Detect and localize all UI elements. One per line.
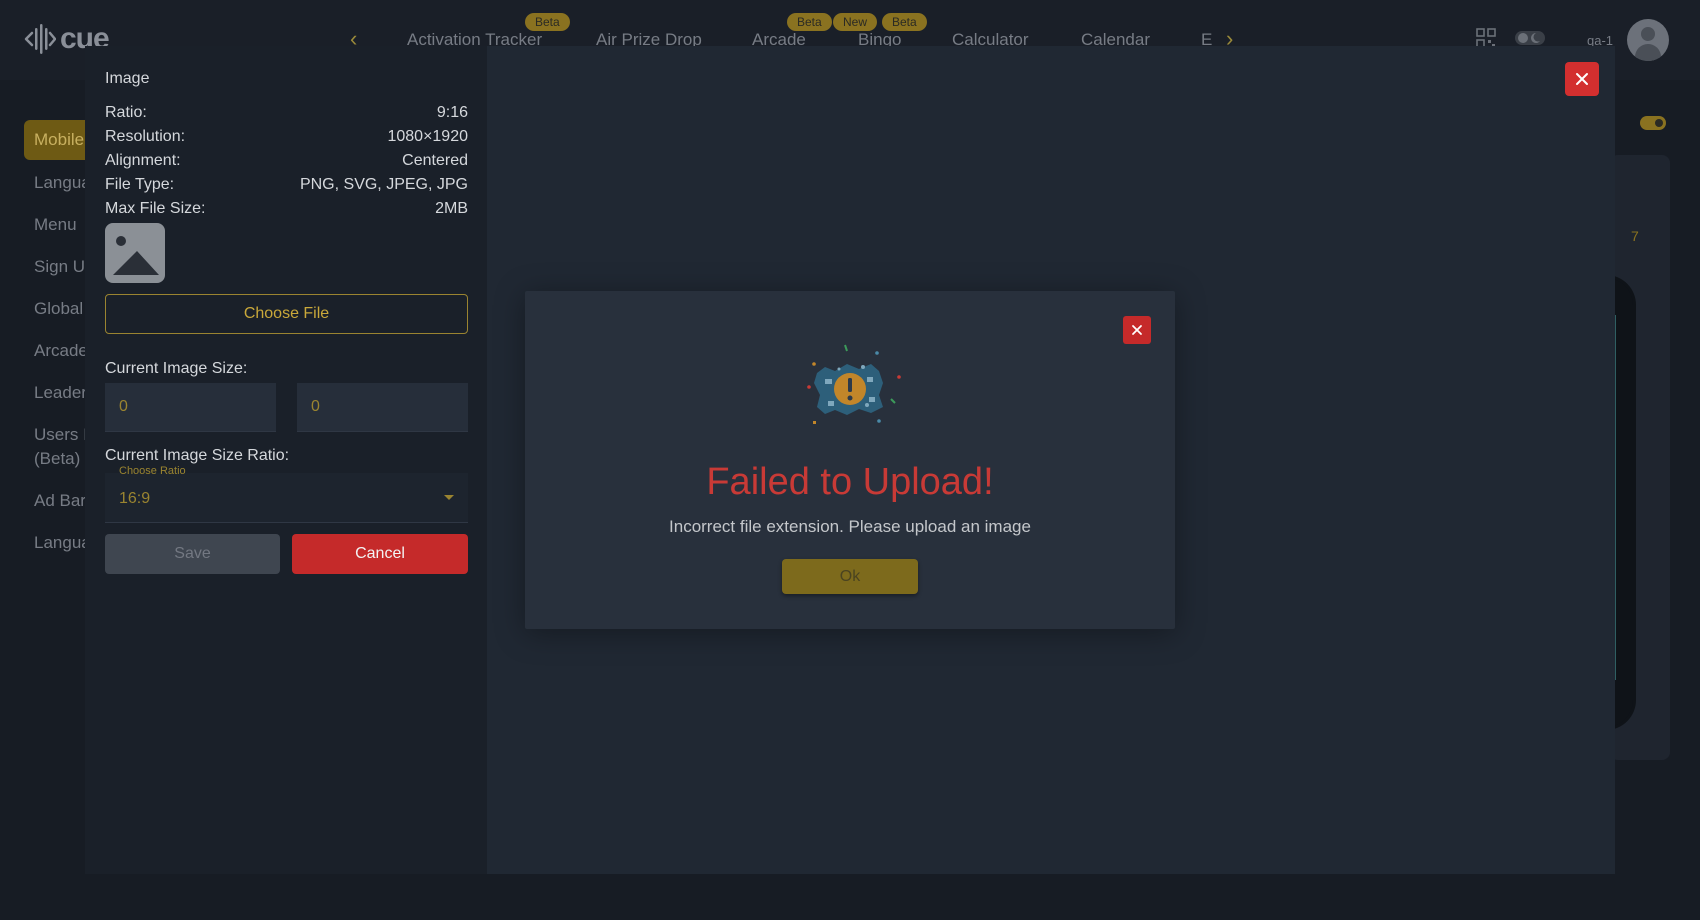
spec-file-type: File Type: PNG, SVG, JPEG, JPG xyxy=(105,176,468,200)
spec-label: Max File Size: xyxy=(105,200,206,217)
sidebar-item-arcade[interactable]: Arcade xyxy=(34,339,88,363)
spec-value: Centered xyxy=(402,152,468,169)
background-toggle[interactable] xyxy=(1640,116,1666,130)
save-button[interactable]: Save xyxy=(105,534,280,574)
ratio-select[interactable]: Choose Ratio 16:9 xyxy=(105,465,468,523)
ratio-select-label: Choose Ratio xyxy=(119,465,186,477)
close-icon xyxy=(1576,73,1588,85)
spec-label: File Type: xyxy=(105,176,175,193)
image-placeholder-icon xyxy=(105,223,165,283)
sidebar-item-ad-banner[interactable]: Ad Bar xyxy=(34,489,86,513)
sidebar-item-users[interactable]: Users I xyxy=(34,423,88,447)
error-message: Incorrect file extension. Please upload … xyxy=(669,517,1031,536)
ok-button[interactable]: Ok xyxy=(782,559,918,594)
spec-label: Ratio: xyxy=(105,104,147,121)
choose-file-button[interactable]: Choose File xyxy=(105,294,468,334)
beta-badge: Beta xyxy=(525,13,570,31)
user-avatar[interactable] xyxy=(1627,19,1669,61)
dialog-close-button[interactable] xyxy=(1123,316,1151,344)
sidebar-item-menu[interactable]: Menu xyxy=(34,213,77,237)
current-image-size-label: Current Image Size: xyxy=(105,360,248,377)
new-badge: New xyxy=(833,13,878,31)
spec-ratio: Ratio: 9:16 xyxy=(105,104,468,128)
sidebar-item-global[interactable]: Global xyxy=(34,297,83,321)
spec-max-file-size: Max File Size: 2MB xyxy=(105,200,468,224)
spec-value: PNG, SVG, JPEG, JPG xyxy=(299,176,468,193)
image-height-input[interactable] xyxy=(297,383,468,432)
caret-down-icon xyxy=(444,495,454,500)
spec-value: 9:16 xyxy=(436,104,468,121)
spec-label: Alignment: xyxy=(105,152,181,169)
spec-value: 2MB xyxy=(435,200,468,217)
spec-alignment: Alignment: Centered xyxy=(105,152,468,176)
sidebar-item-leaderboard[interactable]: Leader xyxy=(34,381,87,405)
spec-resolution: Resolution: 1080×1920 xyxy=(105,128,468,152)
panel-title: Image xyxy=(105,70,150,87)
sidebar-item-label: Mobile xyxy=(34,130,85,149)
sidebar-item-languages[interactable]: Langua xyxy=(34,531,91,555)
background-number: 7 xyxy=(1631,228,1639,244)
close-icon xyxy=(1132,325,1142,335)
sidebar-item-users-beta: (Beta) xyxy=(34,449,81,468)
beta-badge: Beta xyxy=(787,13,832,31)
spec-value: 1080×1920 xyxy=(387,128,468,145)
error-title: Failed to Upload! xyxy=(706,461,994,503)
cancel-button[interactable]: Cancel xyxy=(292,534,468,574)
image-settings-panel: Image Ratio: 9:16 Resolution: 1080×1920 … xyxy=(85,46,487,874)
image-width-input[interactable] xyxy=(105,383,276,432)
ratio-select-value: 16:9 xyxy=(119,490,151,507)
modal-close-button[interactable] xyxy=(1565,62,1599,96)
beta-badge: Beta xyxy=(882,13,927,31)
upload-error-dialog: Failed to Upload! Incorrect file extensi… xyxy=(525,291,1175,629)
sidebar-item-sign-up[interactable]: Sign U xyxy=(34,255,85,279)
spec-label: Resolution: xyxy=(105,128,186,145)
sidebar-item-language[interactable]: Langua xyxy=(34,171,91,195)
logo-waveform-icon xyxy=(24,24,56,54)
sidebar-item-mobile[interactable]: Mobile xyxy=(24,120,94,160)
upload-error-illustration-icon xyxy=(795,337,905,442)
image-size-ratio-label: Current Image Size Ratio: xyxy=(105,447,290,464)
